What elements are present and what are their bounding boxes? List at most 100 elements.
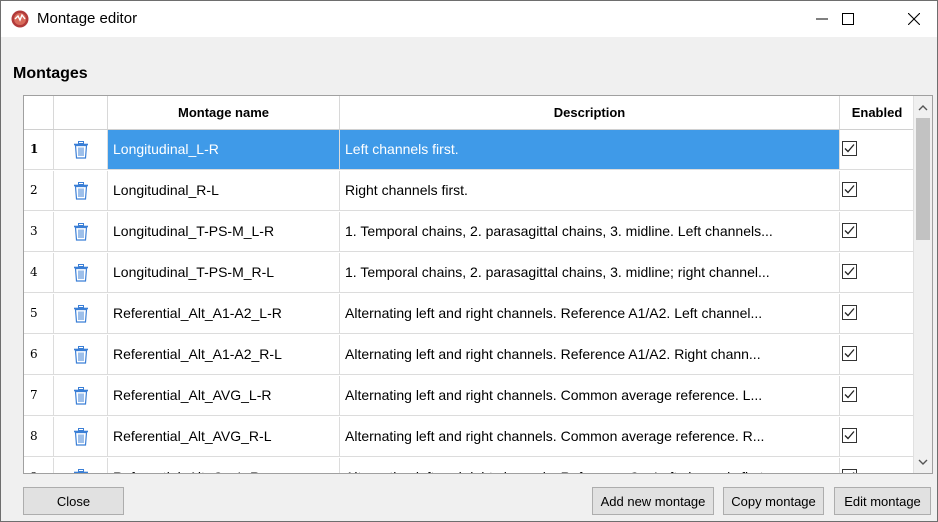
table-row[interactable]: 3 Longitudinal_T-PS-M_L-R 1. Temporal chai…	[24, 212, 914, 252]
montage-name-cell[interactable]: Referential_Alt_AVG_R-L	[108, 417, 340, 456]
enabled-cell	[840, 335, 914, 374]
app-logo-icon	[11, 10, 29, 28]
table-row[interactable]: 8 Referential_Alt_AVG_R-L Alternating left…	[24, 417, 914, 457]
header-enabled[interactable]: Enabled	[840, 96, 914, 129]
enabled-checkbox[interactable]	[842, 469, 857, 473]
checkmark-icon	[844, 226, 855, 235]
checkmark-icon	[844, 185, 855, 194]
section-title: Montages	[13, 65, 88, 82]
enabled-checkbox[interactable]	[842, 387, 857, 402]
add-new-montage-button[interactable]: Add new montage	[592, 487, 714, 515]
enabled-cell	[840, 294, 914, 333]
enabled-checkbox[interactable]	[842, 428, 857, 443]
montage-name-cell[interactable]: Longitudinal_R-L	[108, 171, 340, 210]
delete-montage-button[interactable]	[54, 294, 108, 333]
title-bar: Montage editor	[1, 1, 937, 37]
close-button[interactable]: Close	[23, 487, 124, 515]
montage-description-cell[interactable]: Alternating left and right channels. Com…	[340, 376, 840, 415]
trash-icon	[73, 386, 88, 405]
table-row[interactable]: 9 Referential_Alt_Cz_L-RAlternating left …	[24, 458, 914, 473]
enabled-cell	[840, 171, 914, 210]
montage-name-cell[interactable]: Referential_Alt_A1-A2_L-R	[108, 294, 340, 333]
enabled-cell	[840, 417, 914, 456]
row-number: 5	[24, 294, 54, 333]
montage-table: Montage name Description Enabled 1 Longit…	[23, 95, 933, 474]
montage-name-cell[interactable]: Referential_Alt_AVG_L-R	[108, 376, 340, 415]
delete-montage-button[interactable]	[54, 212, 108, 251]
table-row[interactable]: 5 Referential_Alt_A1-A2_L-R Alternating le…	[24, 294, 914, 334]
delete-montage-button[interactable]	[54, 171, 108, 210]
checkmark-icon	[852, 472, 855, 473]
row-number: 8	[24, 417, 54, 456]
montage-description-cell[interactable]: Right channels first.	[340, 171, 840, 210]
trash-icon	[73, 181, 88, 200]
trash-icon	[73, 345, 88, 364]
trash-icon	[73, 263, 88, 282]
enabled-cell	[840, 376, 914, 415]
row-number: 1	[24, 130, 54, 169]
enabled-checkbox[interactable]	[842, 264, 857, 279]
row-number: 9	[24, 458, 54, 473]
table-row[interactable]: 4 Longitudinal_T-PS-M_R-L 1. Temporal chai…	[24, 253, 914, 293]
window-title: Montage editor	[37, 10, 138, 27]
header-montage-name[interactable]: Montage name	[108, 96, 340, 129]
enabled-checkbox[interactable]	[842, 223, 857, 238]
table-body: 1 Longitudinal_L-R Left channels first. 2 Lo…	[24, 130, 914, 473]
montage-name-cell[interactable]: Referential_Alt_Cz_L-R	[108, 458, 340, 473]
row-number: 3	[24, 212, 54, 251]
enabled-cell	[840, 130, 914, 169]
row-number: 2	[24, 171, 54, 210]
checkmark-icon	[844, 349, 855, 358]
enabled-checkbox[interactable]	[842, 346, 857, 361]
table-row[interactable]: 2 Longitudinal_R-L Right channels first.	[24, 171, 914, 211]
row-number: 6	[24, 335, 54, 374]
enabled-cell	[840, 458, 914, 473]
montage-name-cell[interactable]: Longitudinal_L-R	[108, 130, 340, 169]
montage-description-cell[interactable]: 1. Temporal chains, 2. parasagittal chai…	[340, 212, 840, 251]
delete-montage-button[interactable]	[54, 417, 108, 456]
table-header: Montage name Description Enabled	[24, 96, 914, 130]
delete-montage-button[interactable]	[54, 253, 108, 292]
maximize-icon	[842, 13, 854, 25]
close-window-button[interactable]	[891, 1, 937, 37]
delete-montage-button[interactable]	[54, 376, 108, 415]
scroll-up-button[interactable]	[914, 98, 932, 116]
checkmark-icon	[844, 144, 855, 153]
trash-icon	[73, 140, 88, 159]
delete-montage-button[interactable]	[54, 130, 108, 169]
delete-montage-button[interactable]	[54, 458, 108, 473]
montage-description-cell[interactable]: Left channels first.	[340, 130, 840, 169]
row-number: 4	[24, 253, 54, 292]
montage-name-cell[interactable]: Referential_Alt_A1-A2_R-L	[108, 335, 340, 374]
delete-montage-button[interactable]	[54, 335, 108, 374]
montage-description-cell[interactable]: Alternating left and right channels. Com…	[340, 417, 840, 456]
copy-montage-button[interactable]: Copy montage	[723, 487, 824, 515]
vertical-scrollbar[interactable]	[913, 96, 932, 473]
chevron-down-icon	[918, 459, 928, 465]
montage-description-cell[interactable]: Alternating left and right channels. Ref…	[340, 294, 840, 333]
scrollbar-thumb[interactable]	[916, 118, 930, 240]
table-row[interactable]: 7 Referential_Alt_AVG_L-R Alternating left…	[24, 376, 914, 416]
enabled-checkbox[interactable]	[842, 141, 857, 156]
edit-montage-button[interactable]: Edit montage	[834, 487, 931, 515]
enabled-checkbox[interactable]	[842, 182, 857, 197]
montage-description-cell[interactable]: Alternating left and right channels. Ref…	[340, 458, 840, 473]
trash-icon	[73, 468, 88, 473]
montage-name-cell[interactable]: Longitudinal_T-PS-M_R-L	[108, 253, 340, 292]
table-row[interactable]: 6 Referential_Alt_A1-A2_R-L Alternating le…	[24, 335, 914, 375]
close-icon	[908, 13, 920, 25]
enabled-cell	[840, 212, 914, 251]
table-row[interactable]: 1 Longitudinal_L-R Left channels first.	[24, 130, 914, 170]
montage-name-cell[interactable]: Longitudinal_T-PS-M_L-R	[108, 212, 340, 251]
trash-icon	[73, 222, 88, 241]
header-description[interactable]: Description	[340, 96, 840, 129]
montage-description-cell[interactable]: 1. Temporal chains, 2. parasagittal chai…	[340, 253, 840, 292]
montage-description-cell[interactable]: Alternating left and right channels. Ref…	[340, 335, 840, 374]
scroll-down-button[interactable]	[914, 453, 932, 471]
checkmark-icon	[844, 308, 855, 317]
maximize-button[interactable]	[825, 1, 871, 37]
header-delete	[54, 96, 108, 129]
enabled-checkbox[interactable]	[842, 305, 857, 320]
enabled-cell	[840, 253, 914, 292]
chevron-up-icon	[918, 104, 928, 110]
